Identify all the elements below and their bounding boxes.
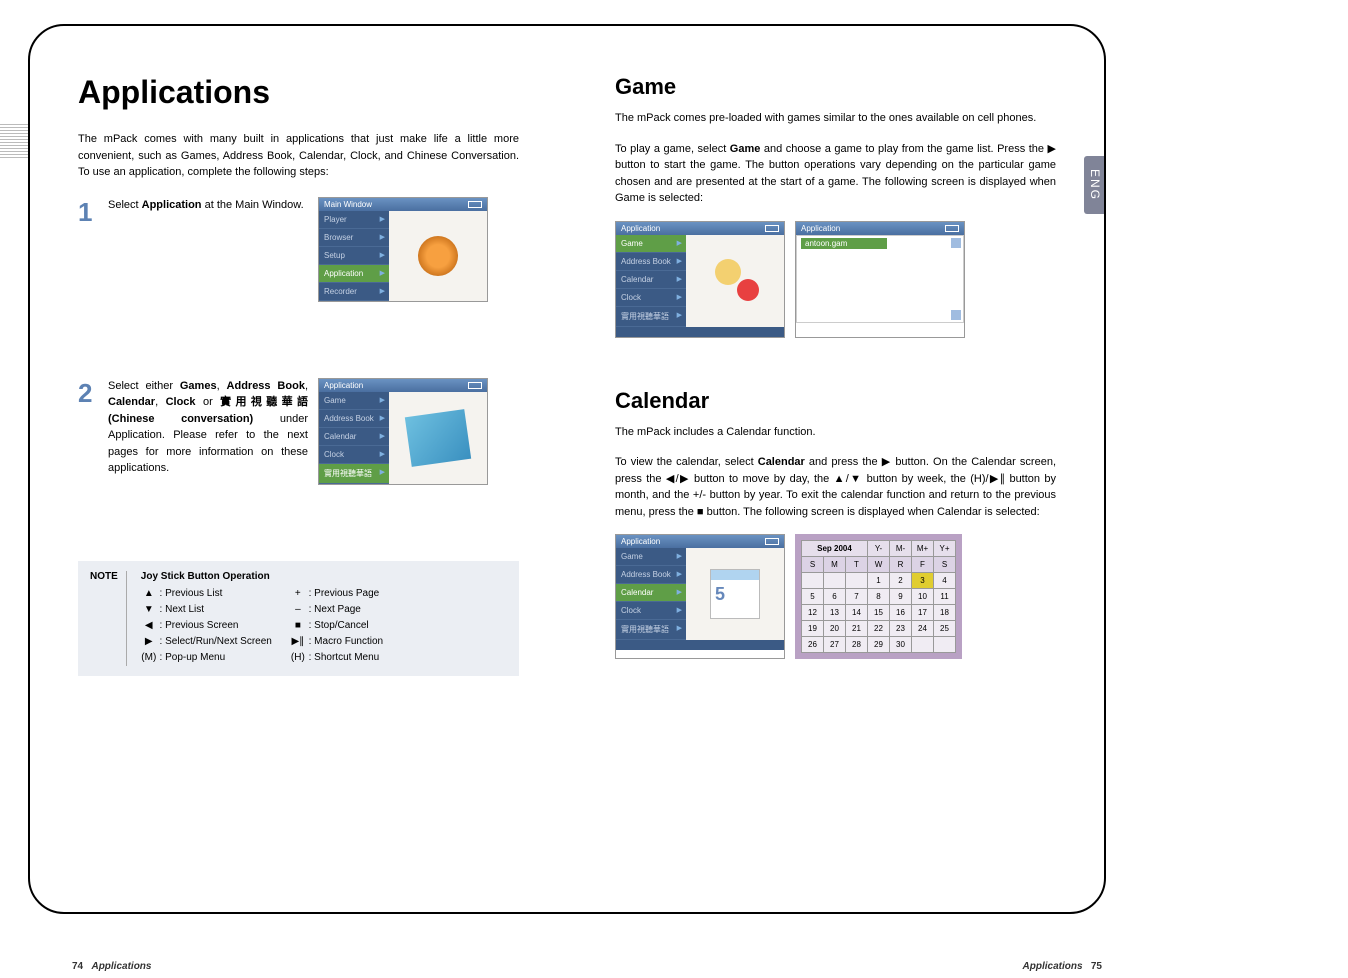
menu-item: 實用視聽華語▶ (616, 620, 686, 640)
menu-item: Address Book▶ (616, 253, 686, 271)
intro-paragraph: The mPack comes with many built in appli… (78, 131, 519, 181)
menu-item: 實用視聽華語▶ (616, 307, 686, 327)
calendar-app-window: Application Game▶Address Book▶Calendar▶C… (615, 534, 785, 659)
scroll-down-icon (951, 310, 961, 320)
game-heading: Game (615, 74, 1056, 100)
note-label: NOTE (90, 571, 127, 666)
calendar-heading: Calendar (615, 388, 1056, 414)
calendar-paragraph-2: To view the calendar, select Calendar an… (615, 454, 1056, 520)
battery-icon (765, 538, 779, 545)
battery-icon (945, 225, 959, 232)
game-file-list: antoon.gam (796, 235, 964, 323)
note-row: – : Next Page (290, 602, 383, 618)
book-icon (405, 409, 471, 467)
left-page: Applications The mPack comes with many b… (30, 26, 567, 912)
game-file-item: antoon.gam (801, 238, 887, 249)
game-paragraph-1: The mPack comes pre-loaded with games si… (615, 110, 1056, 127)
note-row: (H) : Shortcut Menu (290, 650, 383, 666)
calendar-table: Sep 2004Y-M-M+Y+SMTWRFS12345678910111213… (801, 540, 956, 653)
note-row: ▶ : Select/Run/Next Screen (141, 634, 272, 650)
menu-item: Calendar▶ (319, 428, 389, 446)
menu-item: Player▶ (319, 211, 389, 229)
gear-icon (418, 236, 458, 276)
step-number: 2 (78, 378, 98, 409)
note-row: (M) : Pop-up Menu (141, 650, 272, 666)
menu-item: Game▶ (319, 392, 389, 410)
menu-item: Clock▶ (319, 446, 389, 464)
menu-item: Calendar▶ (616, 584, 686, 602)
game-app-window: Application Game▶Address Book▶Calendar▶C… (615, 221, 785, 338)
step-text: Select Application at the Main Window. (108, 197, 308, 214)
menu-item: Address Book▶ (616, 566, 686, 584)
step-2-screenshot: Application Game▶Address Book▶Calendar▶C… (318, 378, 488, 485)
calendar-paragraph-1: The mPack includes a Calendar function. (615, 424, 1056, 441)
page-title: Applications (78, 74, 519, 111)
menu-item: Setup▶ (319, 247, 389, 265)
menu-item: Clock▶ (616, 289, 686, 307)
calendar-grid-panel: Sep 2004Y-M-M+Y+SMTWRFS12345678910111213… (795, 534, 962, 659)
footer-left: 74 Applications (72, 961, 151, 972)
application-window-mock: Application Game▶Address Book▶Calendar▶C… (318, 378, 488, 485)
note-row: + : Previous Page (290, 586, 383, 602)
note-row: ◀ : Previous Screen (141, 618, 272, 634)
menu-item: Recorder▶ (319, 283, 389, 301)
note-column-2: + : Previous Page– : Next Page■ : Stop/C… (290, 586, 383, 666)
step-2: 2 Select either Games, Address Book, Cal… (78, 378, 519, 485)
note-column-1: ▲ : Previous List▼ : Next List◀ : Previo… (141, 586, 272, 666)
footer-right: Applications 75 (1023, 961, 1102, 972)
game-screenshot-row: Application Game▶Address Book▶Calendar▶C… (615, 221, 1056, 338)
main-window-mock: Main Window Player▶Browser▶Setup▶Applica… (318, 197, 488, 302)
note-row: ▶∥ : Macro Function (290, 634, 383, 650)
step-1: 1 Select Application at the Main Window.… (78, 197, 519, 302)
calendar-icon: 5 (710, 569, 760, 619)
step-1-screenshot: Main Window Player▶Browser▶Setup▶Applica… (318, 197, 488, 302)
note-title: Joy Stick Button Operation (141, 571, 507, 582)
menu-item: Game▶ (616, 548, 686, 566)
game-art-icon (705, 251, 765, 311)
menu-item: Browser▶ (319, 229, 389, 247)
note-row: ▼ : Next List (141, 602, 272, 618)
menu-item: Calendar▶ (616, 271, 686, 289)
menu-item: 實用視聽華語▶ (319, 464, 389, 484)
page-spread: Applications The mPack comes with many b… (28, 24, 1106, 914)
battery-icon (765, 225, 779, 232)
menu-item: Application▶ (319, 265, 389, 283)
calendar-screenshot-row: Application Game▶Address Book▶Calendar▶C… (615, 534, 1056, 659)
menu-item: Clock▶ (616, 602, 686, 620)
step-number: 1 (78, 197, 98, 228)
game-file-window: Application antoon.gam (795, 221, 965, 338)
step-text: Select either Games, Address Book, Calen… (108, 378, 308, 477)
game-paragraph-2: To play a game, select Game and choose a… (615, 141, 1056, 207)
scroll-up-icon (951, 238, 961, 248)
menu-item: Address Book▶ (319, 410, 389, 428)
note-box: NOTE Joy Stick Button Operation ▲ : Prev… (78, 561, 519, 676)
menu-item: Game▶ (616, 235, 686, 253)
note-row: ■ : Stop/Cancel (290, 618, 383, 634)
binder-lines (0, 124, 28, 160)
battery-icon (468, 201, 482, 208)
language-tab: ENG (1084, 156, 1106, 214)
battery-icon (468, 382, 482, 389)
right-page: Game The mPack comes pre-loaded with gam… (567, 26, 1104, 912)
note-row: ▲ : Previous List (141, 586, 272, 602)
